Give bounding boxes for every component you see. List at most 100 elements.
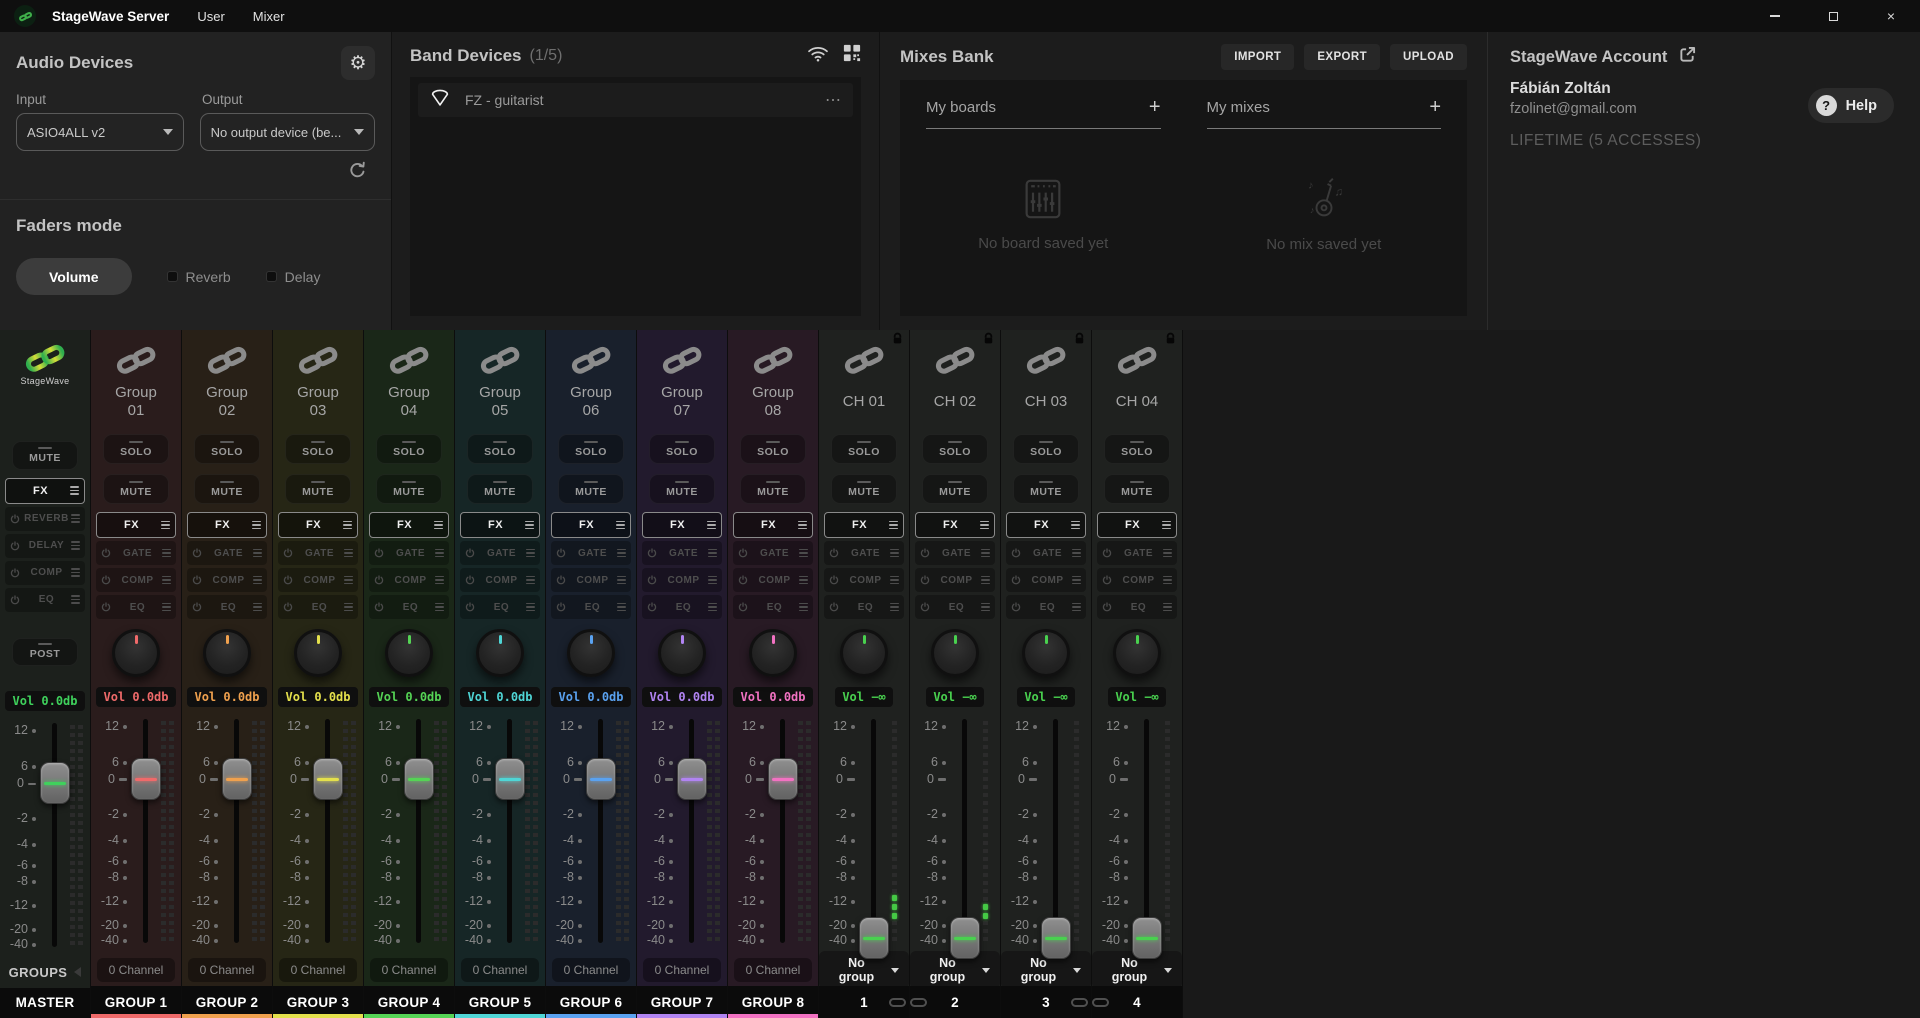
fader-track[interactable] bbox=[1144, 719, 1149, 943]
eq-row[interactable]: EQ bbox=[1097, 595, 1177, 619]
solo-button[interactable]: SOLO bbox=[558, 434, 624, 464]
gate-row[interactable]: GATE bbox=[369, 541, 449, 565]
channel-count-button[interactable]: 0 Channel bbox=[370, 958, 449, 982]
comp-row[interactable]: COMP bbox=[551, 568, 631, 592]
eq-row[interactable]: EQ bbox=[460, 595, 540, 619]
fader-handle[interactable] bbox=[131, 758, 161, 800]
eq-row[interactable]: EQ bbox=[369, 595, 449, 619]
faders-mode-volume[interactable]: Volume bbox=[16, 258, 132, 295]
minimize-button[interactable] bbox=[1746, 0, 1804, 32]
comp-row[interactable]: COMP bbox=[187, 568, 267, 592]
fader-track[interactable] bbox=[325, 719, 330, 943]
fx-row[interactable]: FX bbox=[460, 512, 540, 538]
volume-knob[interactable] bbox=[476, 629, 524, 677]
volume-knob[interactable] bbox=[112, 629, 160, 677]
channel-count-button[interactable]: 0 Channel bbox=[643, 958, 722, 982]
gate-row[interactable]: GATE bbox=[824, 541, 904, 565]
export-button[interactable]: EXPORT bbox=[1304, 44, 1380, 70]
mute-button[interactable]: MUTE bbox=[1013, 474, 1079, 504]
solo-button[interactable]: SOLO bbox=[103, 434, 169, 464]
help-button[interactable]: ? Help bbox=[1808, 88, 1894, 123]
fx-row[interactable]: FX bbox=[96, 512, 176, 538]
fader-handle[interactable] bbox=[1041, 917, 1071, 959]
eq-row[interactable]: EQ bbox=[5, 588, 85, 612]
gate-row[interactable]: GATE bbox=[96, 541, 176, 565]
refresh-icon[interactable] bbox=[348, 161, 367, 185]
eq-row[interactable]: EQ bbox=[278, 595, 358, 619]
fader-track[interactable] bbox=[598, 719, 603, 943]
solo-button[interactable]: SOLO bbox=[467, 434, 533, 464]
mute-button[interactable]: MUTE bbox=[831, 474, 897, 504]
fader-track[interactable] bbox=[416, 719, 421, 943]
eq-row[interactable]: EQ bbox=[1006, 595, 1086, 619]
solo-button[interactable]: SOLO bbox=[1013, 434, 1079, 464]
volume-knob[interactable] bbox=[1113, 629, 1161, 677]
fx-row[interactable]: FX bbox=[1006, 512, 1086, 538]
gate-row[interactable]: GATE bbox=[187, 541, 267, 565]
delay-row[interactable]: DELAY bbox=[5, 534, 85, 558]
fx-row[interactable]: FX bbox=[5, 478, 85, 504]
comp-row[interactable]: COMP bbox=[5, 561, 85, 585]
volume-knob[interactable] bbox=[203, 629, 251, 677]
fader-track[interactable] bbox=[143, 719, 148, 943]
volume-knob[interactable] bbox=[1022, 629, 1070, 677]
volume-knob[interactable] bbox=[385, 629, 433, 677]
solo-button[interactable]: SOLO bbox=[1104, 434, 1170, 464]
eq-row[interactable]: EQ bbox=[551, 595, 631, 619]
gate-row[interactable]: GATE bbox=[1097, 541, 1177, 565]
solo-button[interactable]: SOLO bbox=[922, 434, 988, 464]
faders-mode-delay[interactable]: Delay bbox=[267, 269, 321, 285]
output-device-select[interactable]: No output device (be... bbox=[200, 113, 375, 151]
fader-track[interactable] bbox=[507, 719, 512, 943]
comp-row[interactable]: COMP bbox=[824, 568, 904, 592]
comp-row[interactable]: COMP bbox=[460, 568, 540, 592]
stereo-link-icon[interactable] bbox=[1071, 998, 1109, 1007]
gate-row[interactable]: GATE bbox=[733, 541, 813, 565]
gate-row[interactable]: GATE bbox=[551, 541, 631, 565]
fader-handle[interactable] bbox=[950, 917, 980, 959]
comp-row[interactable]: COMP bbox=[369, 568, 449, 592]
fader-track[interactable] bbox=[871, 719, 876, 943]
solo-button[interactable]: SOLO bbox=[285, 434, 351, 464]
solo-button[interactable]: SOLO bbox=[194, 434, 260, 464]
groups-toggle[interactable]: GROUPS bbox=[9, 965, 82, 980]
fader-handle[interactable] bbox=[1132, 917, 1162, 959]
fader-track[interactable] bbox=[689, 719, 694, 943]
gate-row[interactable]: GATE bbox=[278, 541, 358, 565]
eq-row[interactable]: EQ bbox=[733, 595, 813, 619]
fader-track[interactable] bbox=[52, 723, 57, 947]
mute-button[interactable]: MUTE bbox=[558, 474, 624, 504]
volume-knob[interactable] bbox=[931, 629, 979, 677]
comp-row[interactable]: COMP bbox=[1097, 568, 1177, 592]
comp-row[interactable]: COMP bbox=[96, 568, 176, 592]
add-mix-button[interactable]: + bbox=[1429, 96, 1441, 119]
mute-button[interactable]: MUTE bbox=[740, 474, 806, 504]
fx-row[interactable]: FX bbox=[369, 512, 449, 538]
fader-handle[interactable] bbox=[859, 917, 889, 959]
channel-count-button[interactable]: 0 Channel bbox=[552, 958, 631, 982]
fx-row[interactable]: FX bbox=[551, 512, 631, 538]
fader-handle[interactable] bbox=[768, 758, 798, 800]
fader-handle[interactable] bbox=[313, 758, 343, 800]
fx-row[interactable]: FX bbox=[187, 512, 267, 538]
menu-mixer[interactable]: Mixer bbox=[253, 9, 285, 24]
mute-button[interactable]: MUTE bbox=[285, 474, 351, 504]
fx-row[interactable]: FX bbox=[915, 512, 995, 538]
maximize-button[interactable] bbox=[1804, 0, 1862, 32]
solo-button[interactable]: SOLO bbox=[831, 434, 897, 464]
channel-count-button[interactable]: 0 Channel bbox=[461, 958, 540, 982]
fx-row[interactable]: FX bbox=[733, 512, 813, 538]
gate-row[interactable]: GATE bbox=[1006, 541, 1086, 565]
mute-button[interactable]: MUTE bbox=[194, 474, 260, 504]
solo-button[interactable]: SOLO bbox=[649, 434, 715, 464]
fader-handle[interactable] bbox=[495, 758, 525, 800]
fader-track[interactable] bbox=[780, 719, 785, 943]
volume-knob[interactable] bbox=[658, 629, 706, 677]
fader-handle[interactable] bbox=[586, 758, 616, 800]
device-menu-icon[interactable]: ⋯ bbox=[825, 90, 841, 110]
fader-handle[interactable] bbox=[40, 762, 70, 804]
input-device-select[interactable]: ASIO4ALL v2 bbox=[16, 113, 184, 151]
gate-row[interactable]: GATE bbox=[460, 541, 540, 565]
fader-track[interactable] bbox=[234, 719, 239, 943]
gate-row[interactable]: GATE bbox=[642, 541, 722, 565]
